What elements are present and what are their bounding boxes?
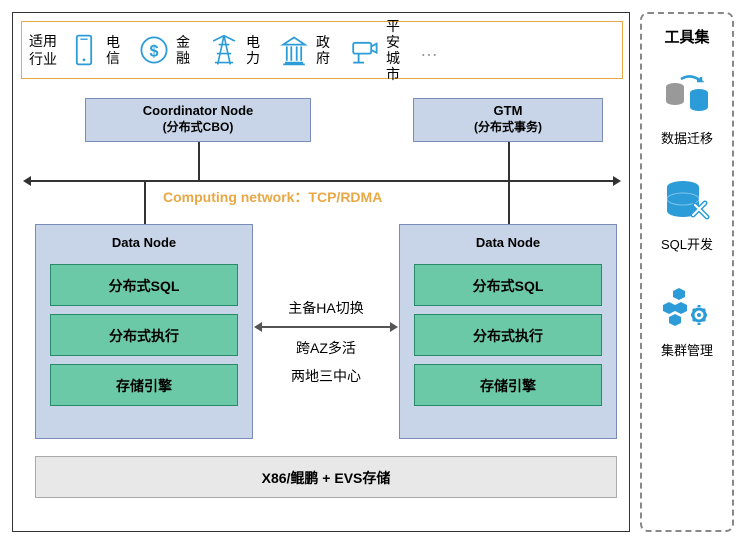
data-node-right: Data Node 分布式SQL 分布式执行 存储引擎	[399, 224, 617, 439]
architecture-diagram: 适用 行业 电信 $ 金融 电力 政府 平安 城市 … Coordinator …	[12, 12, 630, 532]
storage-layer: X86/鲲鹏 + EVS存储	[35, 456, 617, 498]
storage-engine-box: 存储引擎	[414, 364, 602, 406]
government-icon	[276, 32, 312, 68]
migration-icon	[661, 71, 713, 117]
tools-title: 工具集	[648, 26, 726, 47]
camera-icon	[346, 32, 382, 68]
gtm-node: GTM (分布式事务)	[413, 98, 603, 142]
more-dots: …	[420, 40, 438, 61]
connector-line	[508, 182, 510, 224]
exec-box: 分布式执行	[50, 314, 238, 356]
industry-finance: $ 金融	[136, 32, 194, 68]
network-label: Computing network：TCP/RDMA	[163, 187, 382, 207]
az-label: 跨AZ多活	[262, 338, 390, 358]
tool-cluster: 集群管理	[648, 283, 726, 359]
ha-section: 主备HA切换 跨AZ多活 两地三中心	[262, 298, 390, 394]
industry-telecom: 电信	[66, 32, 124, 68]
dollar-icon: $	[136, 32, 172, 68]
industry-bar: 适用 行业 电信 $ 金融 电力 政府 平安 城市 …	[21, 21, 623, 79]
exec-box: 分布式执行	[414, 314, 602, 356]
coordinator-node: Coordinator Node (分布式CBO)	[85, 98, 311, 142]
ha-label: 主备HA切换	[262, 298, 390, 318]
industry-label: 适用 行业	[26, 32, 60, 68]
sql-box: 分布式SQL	[414, 264, 602, 306]
tower-icon	[206, 32, 242, 68]
tool-sql: SQL开发	[648, 177, 726, 253]
industry-power: 电力	[206, 32, 264, 68]
tool-migration: 数据迁移	[648, 71, 726, 147]
data-node-left: Data Node 分布式SQL 分布式执行 存储引擎	[35, 224, 253, 439]
phone-icon	[66, 32, 102, 68]
sql-dev-icon	[661, 177, 713, 223]
connector-line	[144, 182, 146, 224]
sql-box: 分布式SQL	[50, 264, 238, 306]
industry-gov: 政府	[276, 32, 334, 68]
bidirectional-arrow	[262, 326, 390, 328]
connector-line	[508, 142, 510, 180]
dc-label: 两地三中心	[262, 366, 390, 386]
connector-line	[198, 142, 200, 180]
storage-engine-box: 存储引擎	[50, 364, 238, 406]
network-bus	[31, 180, 613, 182]
industry-city: 平安 城市	[346, 18, 404, 82]
svg-text:$: $	[149, 42, 158, 60]
cluster-icon	[661, 283, 713, 329]
tools-panel: 工具集 数据迁移 SQL开发 集群管理	[640, 12, 734, 532]
